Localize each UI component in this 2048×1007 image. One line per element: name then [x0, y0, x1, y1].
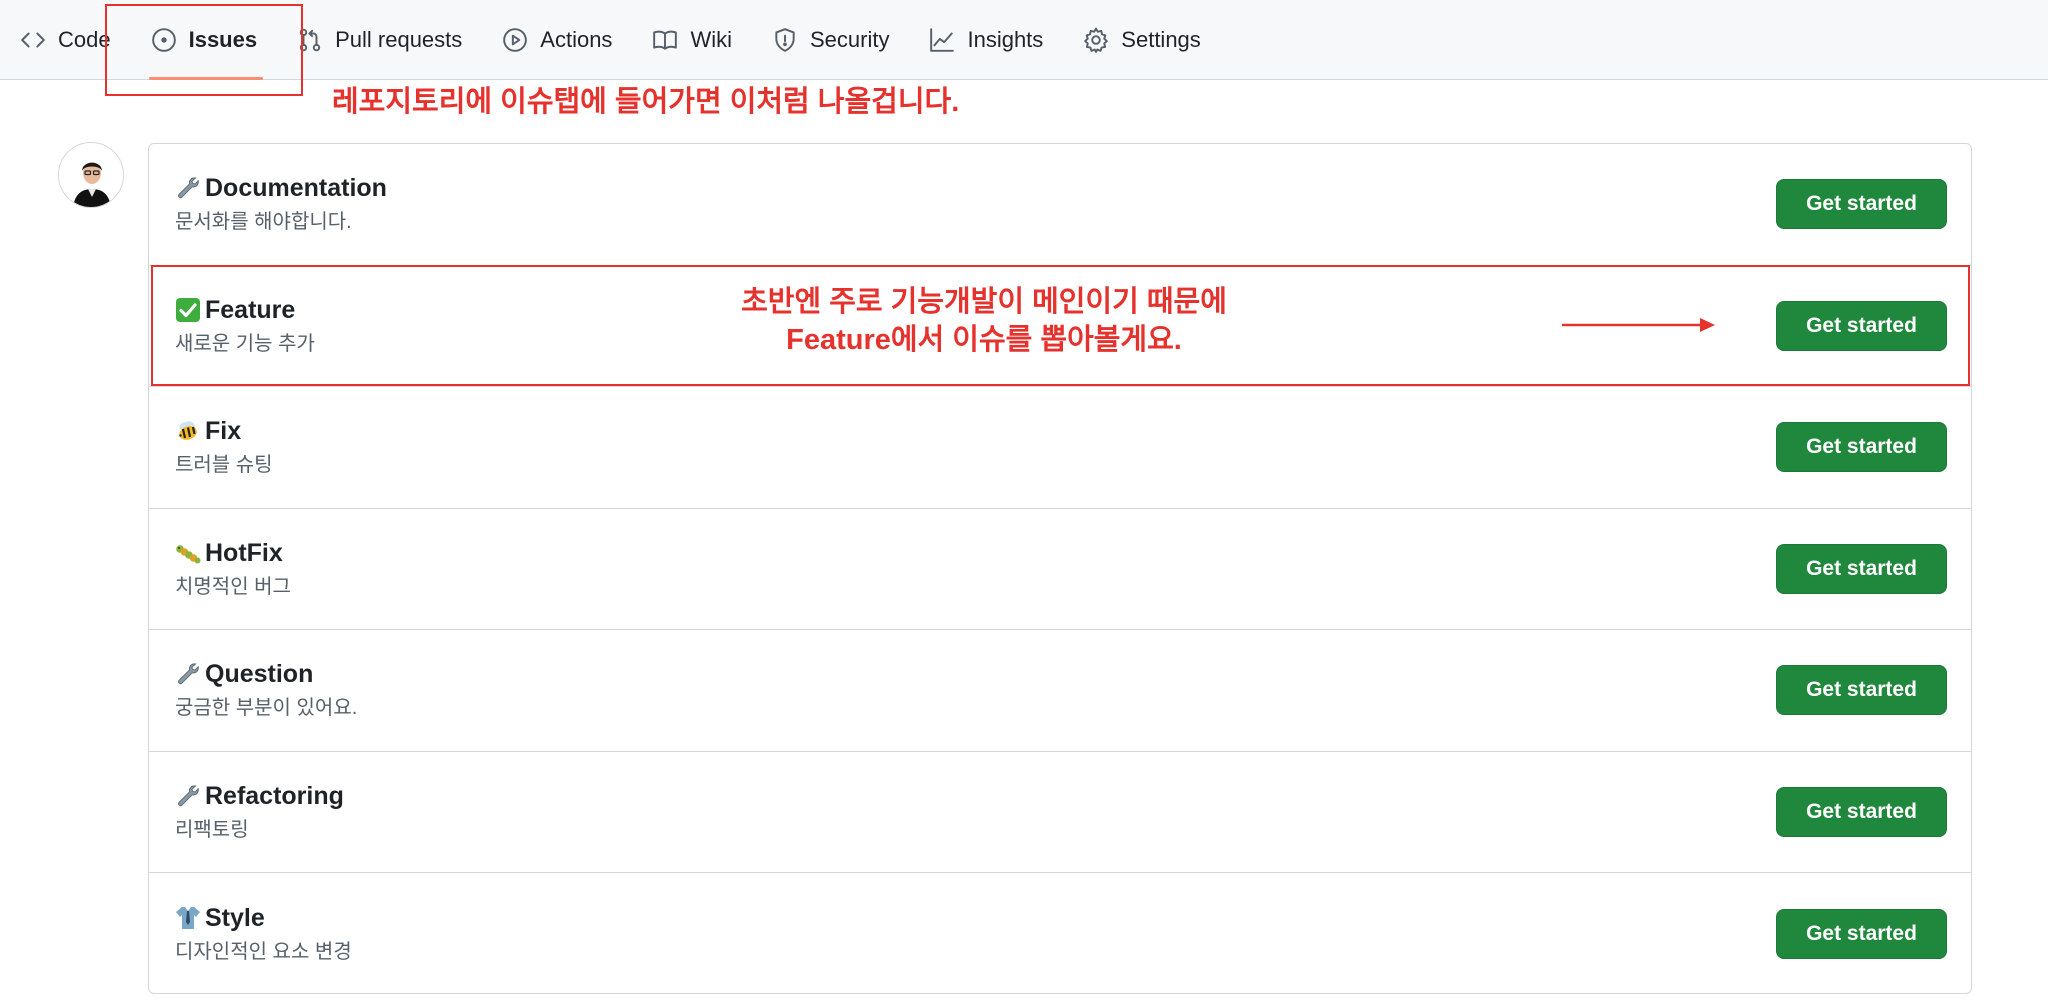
template-row-question: Question 궁금한 부분이 있어요. Get started	[149, 630, 1971, 752]
tab-insights-label: Insights	[967, 26, 1044, 52]
book-icon	[653, 30, 678, 50]
shirt-tie-icon	[176, 906, 200, 929]
check-mark-icon	[176, 297, 200, 322]
tab-security[interactable]: Security	[772, 0, 909, 80]
annotation-feature-note-line1: 초반엔 주로 기능개발이 메인이기 때문에	[741, 286, 1227, 318]
template-description: 디자인적인 요소 변경	[175, 940, 352, 963]
tab-actions[interactable]: Actions	[502, 0, 632, 80]
tab-insights[interactable]: Insights	[929, 0, 1063, 80]
bee-icon	[179, 421, 197, 441]
tab-settings-label: Settings	[1121, 26, 1201, 52]
template-row-documentation: Documentation 문서화를 해야합니다. Get started	[149, 144, 1971, 266]
tab-settings[interactable]: Settings	[1083, 0, 1221, 80]
template-title: Refactoring	[205, 781, 344, 810]
template-row-fix: Fix 트러블 슈팅 Get started	[149, 387, 1971, 509]
template-description: 궁금한 부분이 있어요.	[175, 697, 358, 720]
wrench-icon	[178, 177, 199, 199]
get-started-button[interactable]: Get started	[1776, 543, 1947, 594]
repo-nav: Code Issues Pull requests Actions Wiki S…	[0, 0, 2048, 80]
template-title: Style	[205, 903, 265, 932]
tab-actions-label: Actions	[540, 26, 613, 52]
play-icon	[503, 27, 528, 52]
annotation-feature-note: 초반엔 주로 기능개발이 메인이기 때문에 Feature에서 이슈를 뽑아볼게…	[700, 283, 1268, 359]
annotation-highlight-issues-tab	[105, 4, 303, 96]
graph-icon	[930, 27, 955, 52]
wrench-icon	[178, 663, 199, 685]
get-started-button[interactable]: Get started	[1776, 786, 1947, 837]
template-description: 치명적인 버그	[175, 575, 291, 598]
user-avatar-icon	[59, 143, 123, 207]
annotation-arrow-icon	[1562, 318, 1715, 332]
tab-security-label: Security	[809, 26, 890, 52]
get-started-button[interactable]: Get started	[1776, 665, 1947, 716]
template-title: HotFix	[205, 538, 283, 567]
tab-wiki-label: Wiki	[690, 26, 732, 52]
issue-template-list: Documentation 문서화를 해야합니다. Get started Fe…	[148, 143, 1972, 994]
tab-pull-requests-label: Pull requests	[335, 26, 463, 52]
template-title: Feature	[205, 295, 296, 324]
template-row-style: Style 디자인적인 요소 변경 Get started	[149, 873, 1971, 995]
template-description: 리팩토링	[175, 818, 249, 841]
get-started-button[interactable]: Get started	[1776, 422, 1947, 473]
tab-pull-requests[interactable]: Pull requests	[297, 0, 482, 80]
tab-wiki[interactable]: Wiki	[652, 0, 752, 80]
code-icon	[21, 32, 45, 47]
template-title: Documentation	[205, 174, 387, 203]
template-title: Question	[205, 660, 314, 689]
get-started-button[interactable]: Get started	[1776, 908, 1947, 959]
get-started-button[interactable]: Get started	[1776, 300, 1947, 351]
caterpillar-icon	[176, 544, 201, 564]
get-started-button[interactable]: Get started	[1776, 179, 1947, 230]
template-title: Fix	[205, 417, 242, 446]
shield-icon	[775, 27, 795, 52]
wrench-icon	[178, 785, 199, 806]
template-description: 트러블 슈팅	[175, 454, 273, 477]
annotation-feature-note-line2: Feature에서 이슈를 뽑아볼게요.	[786, 324, 1182, 356]
gear-icon	[1084, 27, 1109, 53]
tab-code-label: Code	[58, 26, 111, 52]
template-row-hotfix: HotFix 치명적인 버그 Get started	[149, 509, 1971, 630]
annotation-issues-note: 레포지토리에 이슈탭에 들어가면 이처럼 나올겁니다.	[332, 86, 960, 118]
template-row-refactoring: Refactoring 리팩토링 Get started	[149, 752, 1971, 873]
avatar[interactable]	[58, 142, 124, 208]
template-description: 문서화를 해야합니다.	[175, 211, 352, 234]
